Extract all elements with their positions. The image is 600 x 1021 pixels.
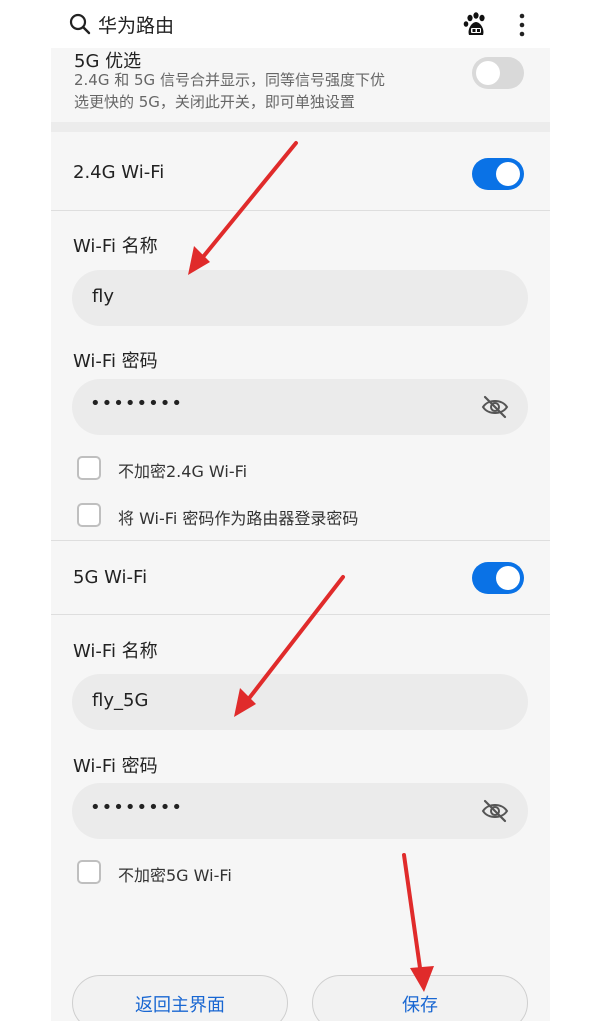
wifi-5g-name-value: fly_5G: [92, 690, 149, 711]
wifi-24g-name-value: fly: [92, 286, 114, 307]
toggle-knob: [496, 162, 520, 186]
wifi-24g-password-mask: ••••••••: [90, 393, 183, 414]
wifi-5g-password-input[interactable]: ••••••••: [72, 783, 528, 839]
prefer-5g-description-line2: 选更快的 5G，关闭此开关，即可单独设置: [74, 93, 355, 111]
top-bar: 华为路由: [0, 0, 600, 48]
save-button[interactable]: 保存: [312, 975, 528, 1021]
wifi-24g-toggle[interactable]: [472, 158, 524, 190]
app-title: 华为路由: [98, 15, 175, 37]
wifi-24g-name-label: Wi-Fi 名称: [73, 236, 158, 257]
wifi-5g-no-encrypt-label: 不加密5G Wi-Fi: [118, 866, 232, 885]
wifi-5g-password-label: Wi-Fi 密码: [73, 756, 158, 777]
save-label: 保存: [402, 995, 438, 1016]
wifi-24g-name-input[interactable]: fly: [72, 270, 528, 326]
prefer-5g-toggle[interactable]: [472, 57, 524, 89]
section-divider: [51, 122, 550, 132]
wifi-5g-name-input[interactable]: fly_5G: [72, 674, 528, 730]
wifi-5g-password-mask: ••••••••: [90, 797, 183, 818]
divider: [51, 614, 550, 615]
divider: [51, 210, 550, 211]
prefer-5g-description-line1: 2.4G 和 5G 信号合并显示，同等信号强度下优: [74, 71, 385, 89]
wifi-5g-toggle[interactable]: [472, 562, 524, 594]
wifi-24g-no-encrypt-label: 不加密2.4G Wi-Fi: [118, 462, 248, 481]
toggle-knob: [496, 566, 520, 590]
wifi-5g-no-encrypt-checkbox[interactable]: [77, 860, 101, 884]
wifi-24g-password-input[interactable]: ••••••••: [72, 379, 528, 435]
wifi-24g-title: 2.4G Wi-Fi: [73, 162, 165, 183]
eye-off-icon[interactable]: [480, 797, 510, 825]
more-vertical-icon[interactable]: [512, 10, 532, 40]
wifi-24g-no-encrypt-checkbox[interactable]: [77, 456, 101, 480]
use-as-login-password-label: 将 Wi-Fi 密码作为路由器登录密码: [118, 509, 359, 528]
eye-off-icon[interactable]: [480, 393, 510, 421]
use-as-login-password-checkbox[interactable]: [77, 503, 101, 527]
wifi-5g-title: 5G Wi-Fi: [73, 567, 148, 588]
wifi-24g-password-label: Wi-Fi 密码: [73, 351, 158, 372]
back-to-home-button[interactable]: 返回主界面: [72, 975, 288, 1021]
divider: [51, 540, 550, 541]
search-icon[interactable]: [68, 12, 92, 36]
toggle-knob: [476, 61, 500, 85]
baidu-paw-icon[interactable]: [462, 11, 490, 39]
back-to-home-label: 返回主界面: [135, 995, 225, 1016]
wifi-5g-name-label: Wi-Fi 名称: [73, 641, 158, 662]
